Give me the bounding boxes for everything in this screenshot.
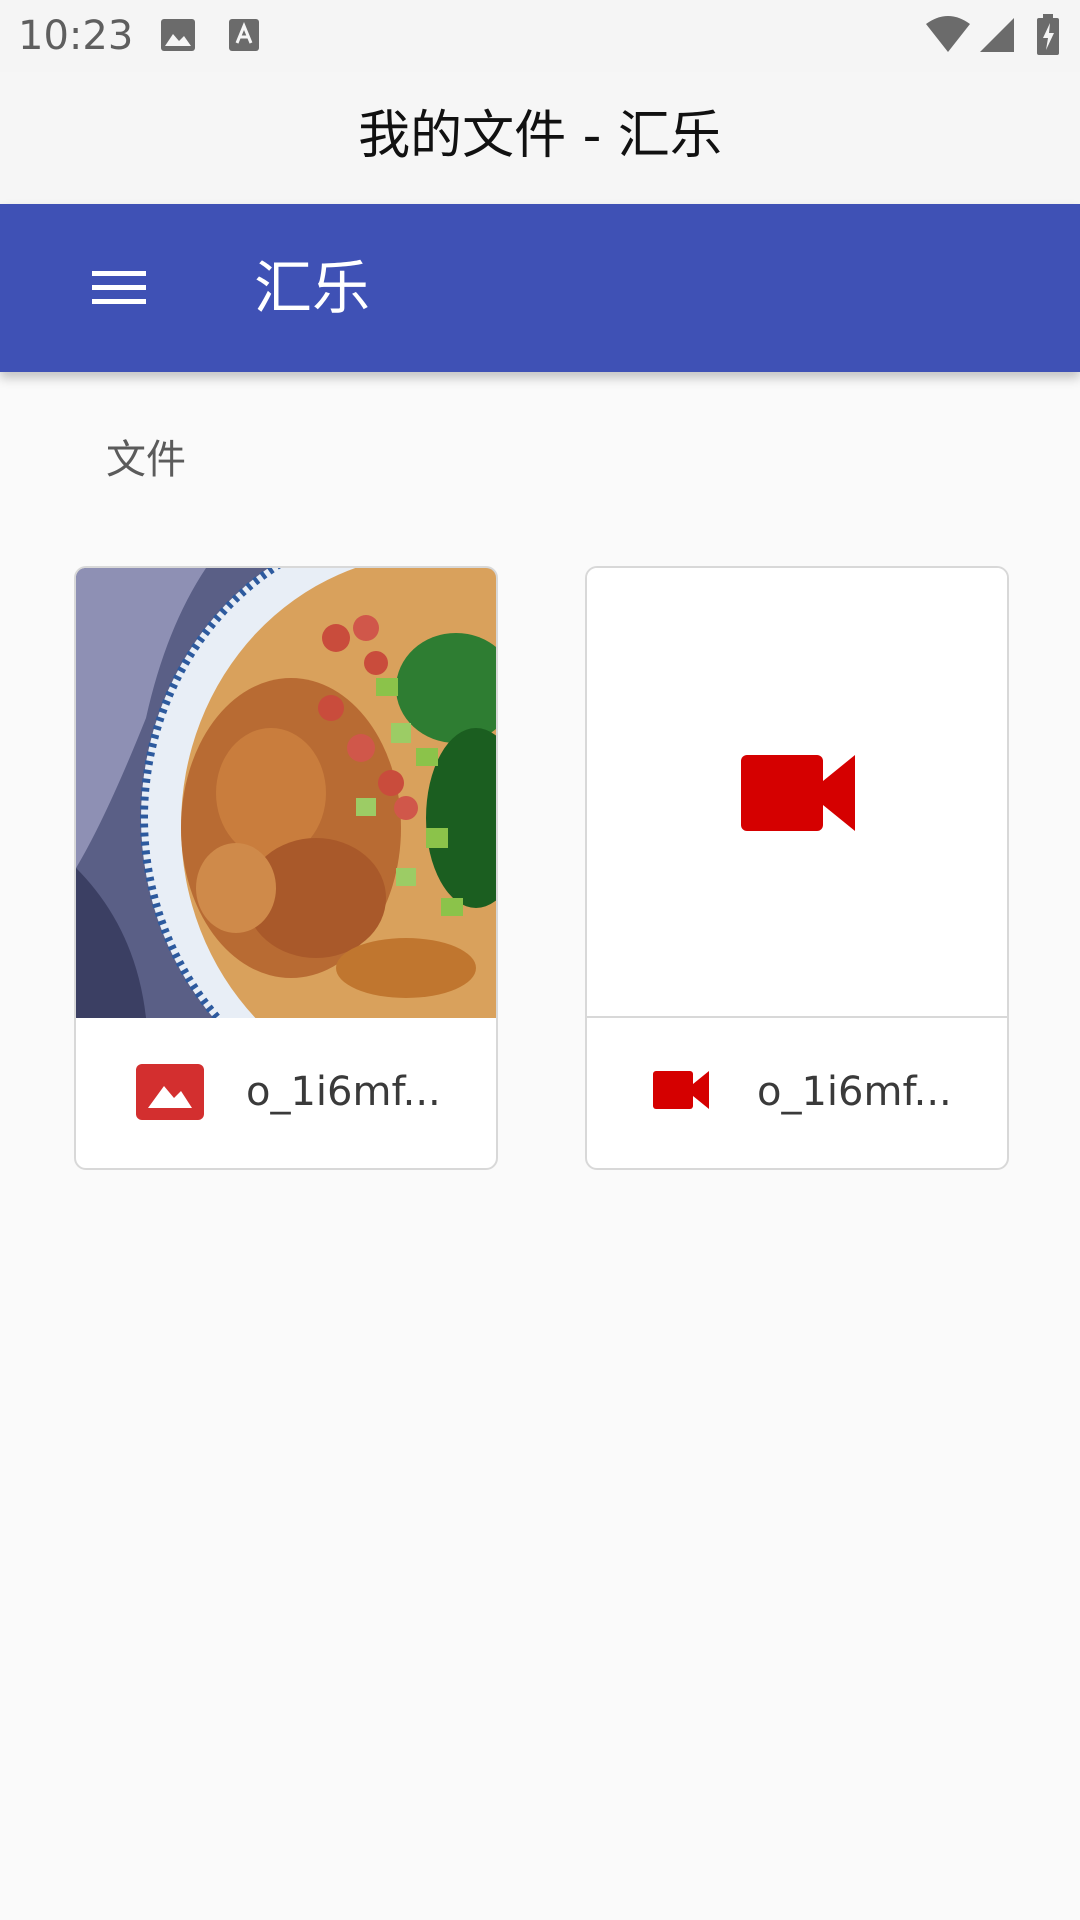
wifi-icon (924, 14, 972, 58)
image-file-icon (136, 1064, 204, 1124)
text-a-icon (228, 18, 264, 52)
cell-signal-icon (978, 14, 1016, 58)
status-bar: 10:23 (0, 0, 1080, 72)
window-title: 我的文件 - 汇乐 (358, 106, 722, 166)
file-name: o_1i6mf... (246, 1069, 441, 1115)
image-icon (160, 18, 196, 52)
file-card-image[interactable]: o_1i6mf... (74, 566, 498, 1170)
app-title: 汇乐 (254, 254, 371, 322)
window-title-bar: 我的文件 - 汇乐 (0, 72, 1080, 204)
card-footer: o_1i6mf... (76, 1018, 496, 1168)
section-label: 文件 (106, 437, 186, 483)
menu-button[interactable] (72, 248, 168, 328)
file-thumbnail-video (587, 568, 1007, 1018)
file-name: o_1i6mf... (757, 1069, 952, 1115)
battery-charging-icon (1036, 14, 1060, 60)
video-camera-icon (741, 755, 855, 835)
video-camera-icon (653, 1071, 709, 1113)
app-bar: 汇乐 (0, 204, 1080, 372)
file-thumbnail-photo (76, 568, 496, 1018)
file-card-video[interactable]: o_1i6mf... (585, 566, 1009, 1170)
status-time: 10:23 (18, 13, 134, 59)
card-footer: o_1i6mf... (587, 1018, 1007, 1168)
